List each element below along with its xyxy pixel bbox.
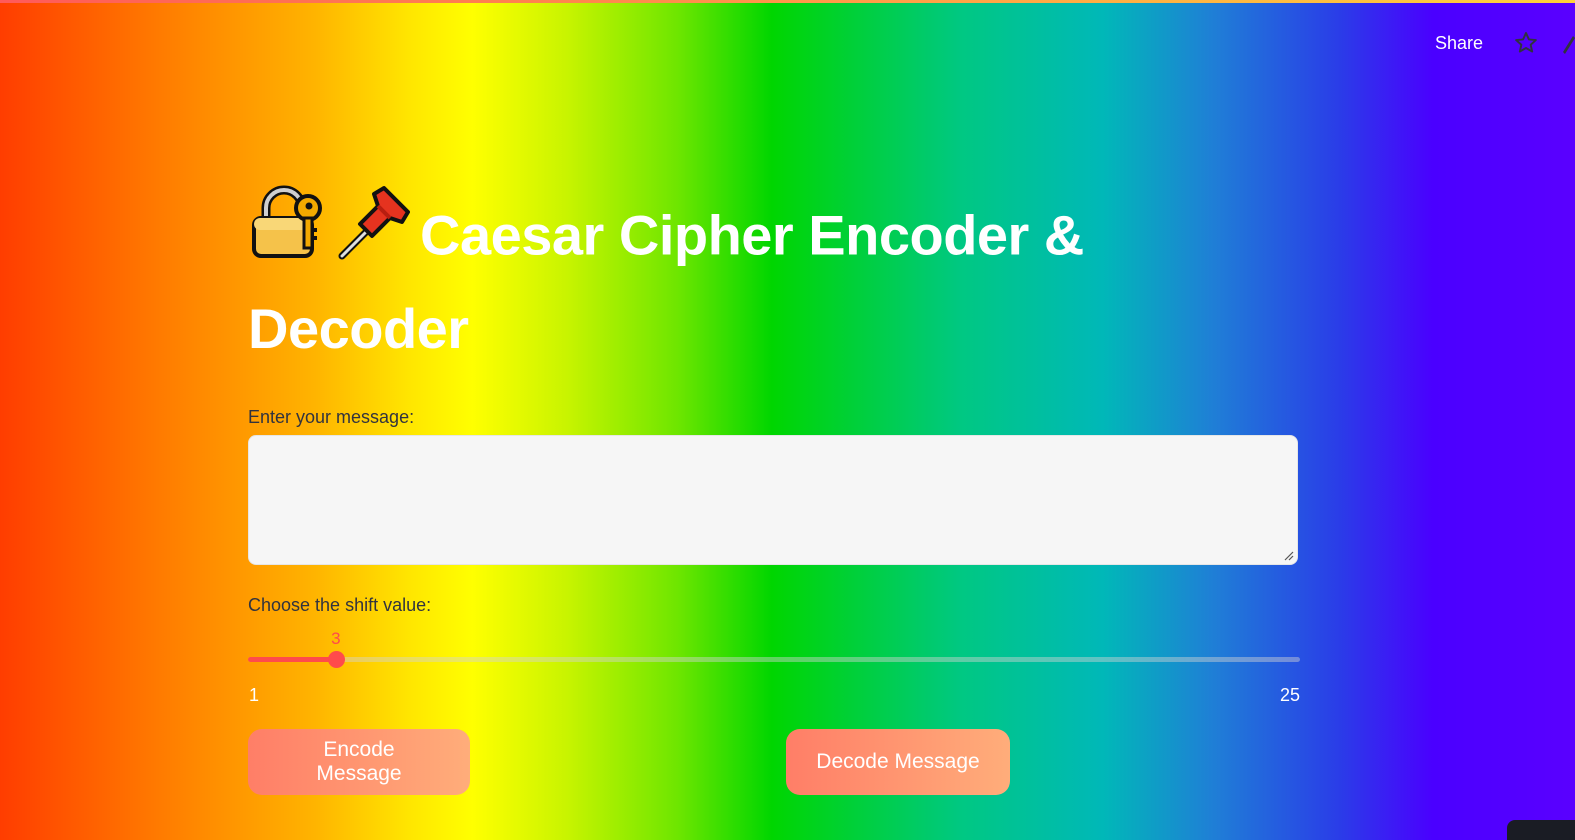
- slider-min-label: 1: [249, 685, 260, 705]
- lock-with-key-icon: [248, 184, 326, 283]
- shift-slider[interactable]: 3 1 25: [248, 623, 1300, 713]
- decode-button[interactable]: Decode Message: [786, 729, 1010, 795]
- edit-icon[interactable]: [1559, 30, 1575, 56]
- slider-track[interactable]: [248, 657, 1300, 662]
- slider-thumb[interactable]: [327, 651, 345, 668]
- top-decoration-line: [0, 0, 1575, 3]
- shift-label: Choose the shift value:: [248, 595, 432, 615]
- header-toolbar: Share: [1435, 28, 1575, 58]
- slider-max-label: 25: [1279, 685, 1300, 705]
- pushpin-icon: [334, 184, 412, 283]
- slider-current-value: 3: [331, 629, 341, 648]
- action-buttons: Encode Message Decode Message: [248, 729, 1300, 799]
- encode-button[interactable]: Encode Message: [248, 729, 470, 795]
- message-label: Enter your message:: [248, 407, 415, 427]
- main-content: Caesar Cipher Encoder & Decoder Enter yo…: [248, 185, 1300, 799]
- page-title: Caesar Cipher Encoder & Decoder: [248, 185, 1300, 369]
- resize-grip-icon[interactable]: [1284, 551, 1294, 561]
- share-button[interactable]: Share: [1435, 33, 1483, 54]
- message-input[interactable]: [248, 435, 1298, 565]
- corner-badge[interactable]: [1507, 820, 1575, 840]
- slider-fill: [248, 657, 336, 662]
- star-icon[interactable]: [1513, 30, 1539, 56]
